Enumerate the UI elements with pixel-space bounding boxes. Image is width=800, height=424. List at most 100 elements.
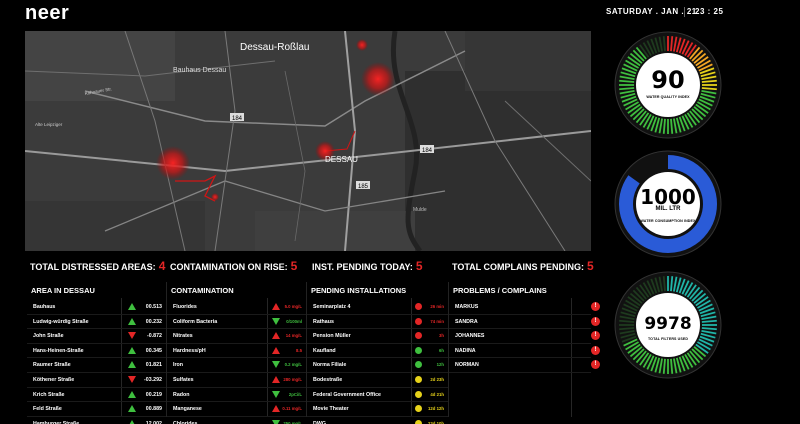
contaminant-value: 0.2 mg/L [284,362,302,368]
hotspot-marker[interactable] [361,62,395,96]
stat-complaints-pending: TOTAL COMPLAINS PENDING: 5 [452,259,594,273]
table-row[interactable]: Bauhaus 00.513 [27,300,166,315]
table-row[interactable]: DWG 23d 10h [307,417,448,424]
table-row[interactable]: Pension Müller 3h [307,329,448,344]
river-label: Mulde [413,207,427,213]
contaminant-name: Manganese [173,406,202,413]
status-dot-icon [415,303,422,310]
trend-down-icon [272,361,280,369]
complainant-name: JOHANNES [455,333,485,340]
city-map[interactable]: Dessau-Roßlau Bauhaus Dessau DESSAU 184 … [25,31,591,251]
trend-down-icon [272,317,280,325]
table-row[interactable]: JOHANNES! [449,329,600,344]
table-row[interactable]: SANDRA! [449,315,600,330]
app-logo: neer [25,2,70,24]
trend-up-icon [272,303,280,310]
areas-title: AREA IN DESSAU [31,286,95,295]
installations-panel: PENDING INSTALLATIONS Seminarplatz 4 26 m… [307,282,449,424]
installation-name: Kaufland [313,347,336,354]
installation-eta: 6h [438,347,444,353]
installations-title: PENDING INSTALLATIONS [311,286,407,295]
table-row[interactable]: Nitrates 14 mg/L [167,329,306,344]
table-row[interactable]: Movie Theater 12d 12h [307,402,448,417]
contaminant-name: Nitrates [173,333,193,340]
alert-icon[interactable]: ! [591,360,600,370]
alert-icon[interactable]: ! [591,345,600,355]
table-row[interactable]: John Straße -0.872 [27,329,166,344]
table-row[interactable]: Feld Straße 00.889 [27,402,166,417]
table-row[interactable]: Iron 0.2 mg/L [167,358,306,373]
area-value: 00.219 [145,391,162,398]
status-dot-icon [415,317,422,325]
installation-name: Federal Government Office [313,391,381,398]
contamination-panel: CONTAMINATION Fluorides 5.0 mg/L Coliform … [167,282,307,424]
road-number: 185 [358,184,369,190]
hotspot-marker[interactable] [211,193,219,201]
installation-eta: 12h [436,362,444,368]
stat-contamination-rise: CONTAMINATION ON RISE: 5 [170,259,298,273]
table-row[interactable]: Rathaus 74 min [307,315,448,330]
area-value: 00.345 [145,347,162,354]
area-name: Hans-Heinen-Straße [33,347,84,354]
contaminant-value: 280 mg/L [283,376,302,382]
trend-up-icon [128,390,136,398]
street-label: Alte Leipziger [35,122,63,127]
contaminant-name: Coliform Bacteria [173,318,218,325]
installation-name: Movie Theater [313,406,349,413]
table-row[interactable]: Hardness/pH 8.5 [167,344,306,359]
trend-up-icon [272,346,280,354]
water-quality-value: 90 [651,66,685,94]
table-row[interactable]: Federal Government Office 4d 21h [307,388,448,403]
table-row[interactable]: Chlorides 250 mg/L [167,417,306,424]
table-row[interactable]: NADINA! [449,344,600,359]
table-row[interactable]: Fluorides 5.0 mg/L [167,300,306,315]
installation-eta: 12d 12h [427,406,444,412]
table-row[interactable]: Bodestraße 2d 23h [307,373,448,388]
table-row[interactable]: Krich Straße 00.219 [27,388,166,403]
table-row[interactable]: Hamburger Straße 12.002 [27,417,166,424]
complainant-name: NADINA [455,347,476,354]
map-label: Dessau-Roßlau [240,42,309,53]
status-dot-icon [415,361,422,369]
contaminant-value: 0/100ml [286,318,302,324]
area-value: -03.292 [144,376,162,383]
trend-up-icon [128,317,136,325]
table-row[interactable]: Sulfates 280 mg/L [167,373,306,388]
alert-icon[interactable]: ! [591,316,600,326]
alert-icon[interactable]: ! [591,331,600,341]
table-row[interactable]: Hans-Heinen-Straße 00.345 [27,344,166,359]
table-row[interactable]: Manganese 0.11 mg/L [167,402,306,417]
trend-up-icon [128,361,136,369]
stat-installs-pending: INST. PENDING TODAY: 5 [312,259,423,273]
alert-icon[interactable]: ! [591,302,600,311]
table-row[interactable]: Coliform Bacteria 0/100ml [167,315,306,330]
water-consumption-label: WATER CONSUMPTION INDEX [640,219,696,223]
area-value: 00.232 [145,318,162,325]
table-row[interactable]: Kaufland 6h [307,344,448,359]
table-row[interactable]: NORMAN! [449,358,600,373]
table-row[interactable]: Ludwig-würdig Straße 00.232 [27,315,166,330]
hotspot-marker[interactable] [156,146,190,180]
area-value: -0.872 [146,333,162,340]
installation-eta: 26 min [430,304,444,309]
installation-name: Bodestraße [313,376,343,383]
table-row[interactable]: Seminarplatz 4 26 min [307,300,448,315]
complaints-panel: PROBLEMS / COMPLAINS MARKUS! SANDRA! JOHAN… [449,282,600,417]
table-row[interactable]: Norma Filiale 12h [307,358,448,373]
table-row[interactable]: Radon 2pCi/L [167,388,306,403]
installation-eta: 74 min [430,318,444,324]
table-row[interactable]: Raumer Straße 01.821 [27,358,166,373]
area-name: John Straße [33,333,64,340]
hotspot-marker[interactable] [356,39,368,51]
installation-name: Seminarplatz 4 [313,304,351,310]
water-quality-label: WATER QUALITY INDEX [646,95,690,99]
contaminant-value: 14 mg/L [285,333,302,339]
status-dot-icon [415,332,422,340]
contamination-title: CONTAMINATION [171,286,234,295]
trend-up-icon [128,419,136,424]
complainant-name: SANDRA [455,318,478,325]
table-row[interactable]: Köthener Straße -03.292 [27,373,166,388]
trend-up-icon [272,375,280,383]
table-row[interactable]: MARKUS! [449,300,600,315]
installation-eta: 2d 23h [430,376,444,382]
